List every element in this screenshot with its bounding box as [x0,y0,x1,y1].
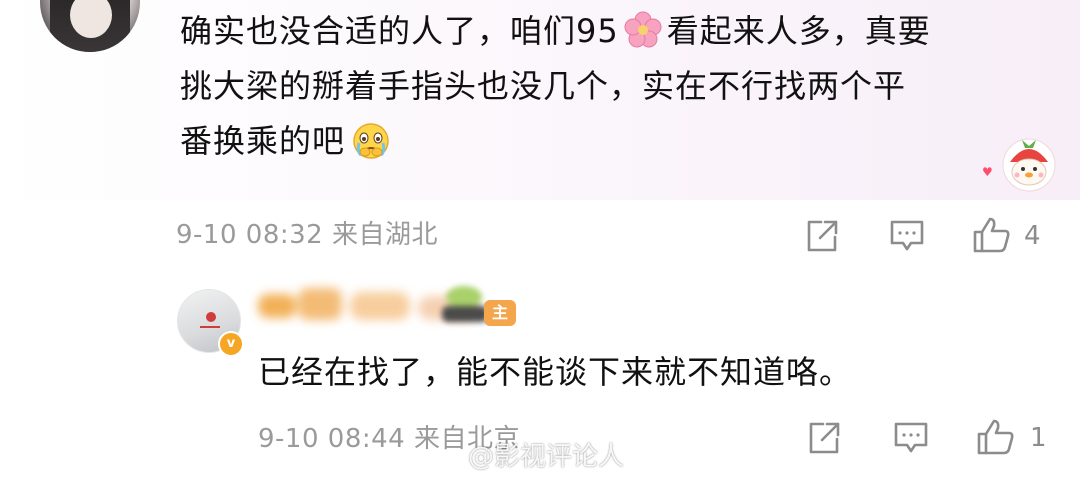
comment-icon[interactable] [889,218,925,254]
strawberry-sticker-icon [1000,134,1058,192]
heart-icon: ♥ [982,165,993,179]
comment-text-part: 番换乘的吧 [180,122,346,160]
like-count: 4 [1024,221,1041,251]
share-icon[interactable] [806,420,842,456]
comment-text-line-1: 确实也没合适的人了，咱们95 看起来人多，真要 [180,4,931,59]
watermark-text: @影视评论人 [468,442,625,472]
share-icon[interactable] [804,218,840,254]
watermark: @影视评论人 [434,440,624,474]
comment-text-part: 确实也没合适的人了，咱们95 [180,12,619,50]
thumbs-up-icon[interactable] [976,418,1016,456]
blur-block [446,286,482,308]
comment-icon[interactable] [893,420,929,456]
avatar-mark-line [200,326,220,328]
comment-text-part: 看起来人多，真要 [666,12,931,50]
commenter-avatar[interactable] [40,0,140,52]
reply-text: 已经在找了，能不能谈下来就不知道咯。 [258,353,853,391]
author-tag: 主 [484,300,517,326]
comment-meta: 9-10 08:32 来自湖北 [176,220,438,250]
thumbs-up-icon[interactable] [972,216,1012,254]
blur-block [258,294,296,318]
comment-text-line-3: 番换乘的吧 [180,114,391,169]
verified-badge-icon: v [218,331,244,357]
flower-emoji-icon [623,10,663,50]
weibo-logo-icon [434,444,464,469]
blur-block [442,306,488,322]
avatar-mark [206,312,216,322]
blur-block [298,288,342,320]
blur-block [350,292,410,320]
comment-text-line-2: 挑大梁的掰着手指头也没几个，实在不行找两个平 [180,67,907,105]
crying-face-emoji-icon [351,120,391,160]
like-count: 1 [1030,423,1047,453]
